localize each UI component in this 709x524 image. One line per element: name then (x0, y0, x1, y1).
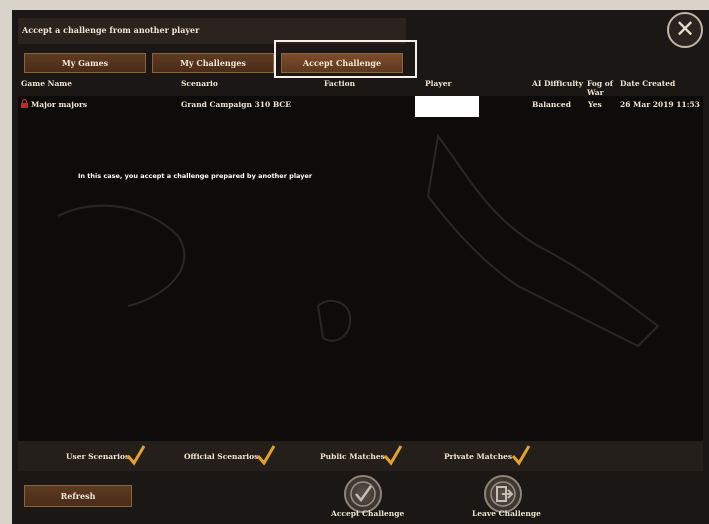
tab-my-challenges[interactable]: My Challenges (152, 53, 274, 73)
checkmark-icon[interactable] (256, 444, 276, 466)
accept-challenge-label: Accept Challenge (331, 509, 405, 518)
tab-highlight-frame (274, 40, 417, 78)
checkmark-icon[interactable] (511, 444, 531, 466)
filter-private-matches-label: Private Matches (444, 452, 513, 461)
close-icon: ✕ (674, 15, 696, 43)
accept-check-icon (350, 481, 376, 507)
column-header-date-created[interactable]: Date Created (620, 79, 675, 88)
column-header-fog-of-war[interactable]: Fog of War (587, 79, 617, 97)
column-header-scenario[interactable]: Scenario (181, 79, 218, 88)
row-fog-of-war: Yes (588, 100, 602, 109)
leave-challenge-button[interactable] (484, 475, 522, 513)
row-game-name: Major majors (31, 100, 88, 109)
filter-public-matches-label: Public Matches (320, 452, 385, 461)
tab-my-games[interactable]: My Games (24, 53, 146, 73)
column-header-player[interactable]: Player (425, 79, 451, 88)
checkmark-icon[interactable] (383, 444, 403, 466)
row-scenario: Grand Campaign 310 BCE (181, 100, 291, 109)
column-header-ai-difficulty[interactable]: AI Difficulty (532, 79, 583, 88)
close-button[interactable]: ✕ (667, 12, 703, 48)
map-background (57, 133, 660, 348)
leave-challenge-label: Leave Challenge (472, 509, 541, 518)
annotation-text: In this case, you accept a challenge pre… (78, 172, 313, 180)
refresh-button[interactable]: Refresh (24, 485, 132, 507)
column-header-game-name[interactable]: Game Name (21, 79, 72, 88)
row-ai-difficulty: Balanced (532, 100, 571, 109)
leave-icon (490, 481, 516, 507)
accept-challenge-button[interactable] (344, 475, 382, 513)
page-title: Accept a challenge from another player (22, 25, 200, 35)
filter-user-scenarios-label: User Scenarios (66, 452, 130, 461)
checkmark-icon[interactable] (126, 444, 146, 466)
lock-icon (21, 99, 28, 108)
column-header-faction[interactable]: Faction (324, 79, 355, 88)
player-field[interactable] (415, 96, 479, 117)
filter-official-scenarios-label: Official Scenarios (184, 452, 259, 461)
row-date-created: 26 Mar 2019 11:53 (620, 100, 700, 109)
